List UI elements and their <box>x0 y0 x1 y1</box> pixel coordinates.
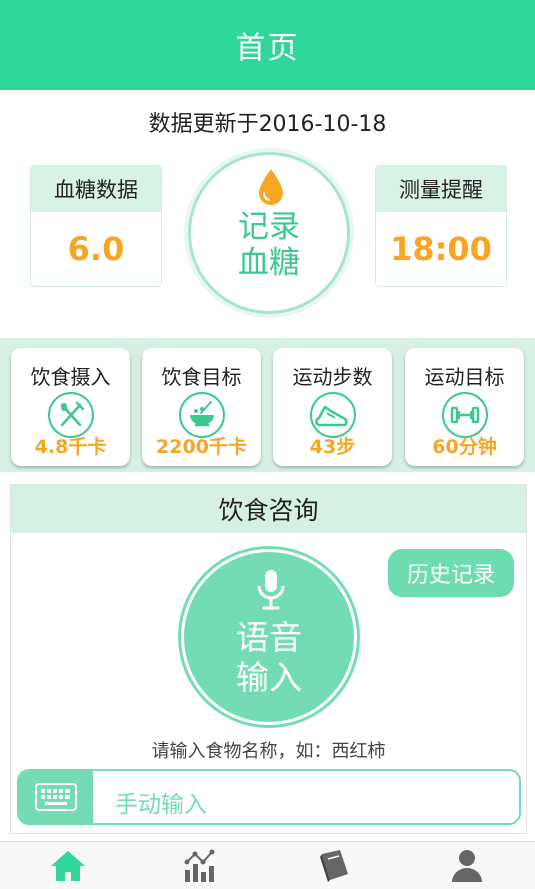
reminder-card-value: 18:00 <box>390 230 492 268</box>
bottom-navigation <box>0 841 535 889</box>
record-label-line2: 血糖 <box>238 245 300 281</box>
tile-exercise-steps[interactable]: 运动步数 43步 <box>273 348 392 466</box>
tile-exercise-goal[interactable]: 运动目标 60分钟 <box>405 348 524 466</box>
drop-icon <box>259 169 283 205</box>
stats-tiles-band: 饮食摄入 4.8千卡 饮食目标 2200千卡 运动步数 43步 运动目标 60分… <box>0 338 535 472</box>
tile-value: 4.8千卡 <box>34 436 107 458</box>
record-glucose-button[interactable]: 记录 血糖 <box>188 152 350 314</box>
voice-label-line2: 输入 <box>236 658 302 697</box>
tile-diet-goal[interactable]: 饮食目标 2200千卡 <box>142 348 261 466</box>
tile-label: 运动目标 <box>424 365 505 389</box>
measure-reminder-card[interactable]: 测量提醒 18:00 <box>375 165 507 287</box>
home-icon[interactable] <box>48 848 88 886</box>
microphone-icon <box>257 570 285 610</box>
reminder-card-label: 测量提醒 <box>376 166 506 212</box>
glucose-data-card[interactable]: 血糖数据 6.0 <box>30 165 162 287</box>
app-header: 首页 <box>0 0 535 90</box>
manual-input-field[interactable]: 手动输入 <box>17 769 521 825</box>
tile-label: 饮食摄入 <box>30 365 111 389</box>
tile-label: 饮食目标 <box>161 365 242 389</box>
manual-input-placeholder: 手动输入 <box>115 792 207 818</box>
tile-value: 60分钟 <box>432 436 497 458</box>
tile-value: 43步 <box>309 436 356 458</box>
consult-title: 饮食咨询 <box>11 485 526 533</box>
record-label-line1: 记录 <box>238 209 300 245</box>
tile-diet-intake[interactable]: 饮食摄入 4.8千卡 <box>11 348 130 466</box>
tile-value: 2200千卡 <box>156 436 247 458</box>
voice-input-button[interactable]: 语音 输入 <box>181 549 357 725</box>
keyboard-icon[interactable] <box>19 771 93 823</box>
user-icon[interactable] <box>447 848 487 886</box>
book-icon[interactable] <box>314 848 354 886</box>
chart-icon[interactable] <box>181 848 221 886</box>
tile-label: 运动步数 <box>292 365 373 389</box>
glucose-card-value: 6.0 <box>67 230 125 268</box>
glucose-card-label: 血糖数据 <box>31 166 161 212</box>
diet-consult-panel: 饮食咨询 语音 输入 历史记录 请输入食物名称，如：西红柿 手动输入 <box>10 484 527 834</box>
input-hint: 请输入食物名称，如：西红柿 <box>151 741 386 762</box>
page-title: 首页 <box>235 31 300 66</box>
voice-label-line1: 语音 <box>236 618 302 657</box>
data-update-text: 数据更新于2016-10-18 <box>148 112 387 137</box>
history-button[interactable]: 历史记录 <box>388 549 514 597</box>
